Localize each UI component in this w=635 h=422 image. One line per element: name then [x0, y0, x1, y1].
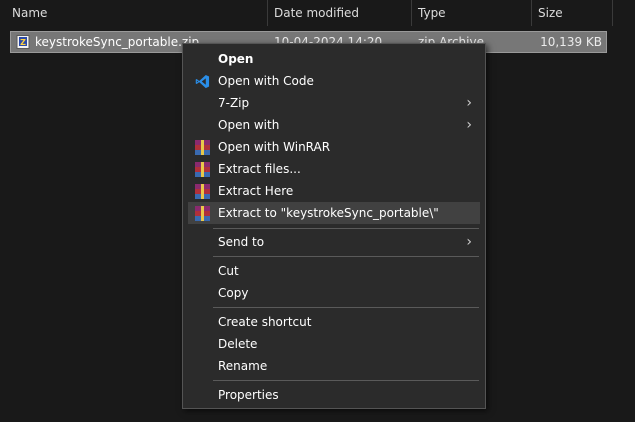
winrar-icon: [195, 162, 210, 177]
winrar-icon: [195, 140, 210, 155]
menu-item-extract-to[interactable]: Extract to "keystrokeSync_portable\": [188, 202, 480, 224]
menu-item-properties[interactable]: Properties: [188, 384, 480, 406]
menu-item-label: Rename: [218, 359, 268, 373]
menu-item-open-with-winrar[interactable]: Open with WinRAR: [188, 136, 480, 158]
menu-item-label: Create shortcut: [218, 315, 312, 329]
menu-item-label: Extract Here: [218, 184, 294, 198]
menu-separator: [213, 256, 479, 257]
menu-item-open-with[interactable]: Open with ›: [188, 114, 480, 136]
menu-item-rename[interactable]: Rename: [188, 355, 480, 377]
winrar-icon: [195, 206, 210, 221]
column-divider[interactable]: [411, 0, 412, 26]
svg-text:Z: Z: [20, 38, 26, 47]
file-name: keystrokeSync_portable.zip: [35, 35, 200, 49]
chevron-right-icon: ›: [466, 117, 472, 133]
menu-item-label: Delete: [218, 337, 258, 351]
menu-item-open-with-code[interactable]: Open with Code: [188, 70, 480, 92]
context-menu: Open Open with Code 7-Zip › Open with › …: [182, 43, 486, 409]
menu-item-label: Extract to "keystrokeSync_portable\": [218, 206, 439, 220]
column-type[interactable]: Type: [418, 0, 446, 26]
column-name[interactable]: Name: [12, 0, 47, 26]
menu-item-send-to[interactable]: Send to ›: [188, 231, 480, 253]
menu-item-extract-here[interactable]: Extract Here: [188, 180, 480, 202]
menu-item-label: Copy: [218, 286, 249, 300]
menu-item-copy[interactable]: Copy: [188, 282, 480, 304]
column-divider[interactable]: [267, 0, 268, 26]
menu-item-extract-files[interactable]: Extract files...: [188, 158, 480, 180]
column-header: ⌃ Name Date modified Type Size: [0, 0, 635, 26]
menu-item-create-shortcut[interactable]: Create shortcut: [188, 311, 480, 333]
column-divider[interactable]: [612, 0, 613, 26]
menu-item-7zip[interactable]: 7-Zip ›: [188, 92, 480, 114]
menu-separator: [213, 228, 479, 229]
column-divider[interactable]: [531, 0, 532, 26]
menu-item-label: 7-Zip: [218, 96, 250, 110]
menu-item-label: Open: [218, 52, 254, 66]
menu-separator: [213, 380, 479, 381]
sort-ascending-icon: ⌃: [132, 0, 141, 7]
menu-item-delete[interactable]: Delete: [188, 333, 480, 355]
winrar-icon: [195, 184, 210, 199]
menu-item-label: Extract files...: [218, 162, 301, 176]
menu-item-cut[interactable]: Cut: [188, 260, 480, 282]
vscode-icon: [195, 74, 210, 89]
menu-item-label: Cut: [218, 264, 239, 278]
chevron-right-icon: ›: [466, 234, 472, 250]
menu-item-label: Properties: [218, 388, 279, 402]
menu-item-label: Open with Code: [218, 74, 314, 88]
menu-item-open[interactable]: Open: [188, 48, 480, 70]
menu-separator: [213, 307, 479, 308]
menu-item-label: Send to: [218, 235, 265, 249]
file-size: 10,139 KB: [540, 35, 602, 49]
zip-archive-icon: Z: [16, 35, 30, 49]
menu-item-label: Open with: [218, 118, 280, 132]
column-size[interactable]: Size: [538, 0, 563, 26]
column-date-modified[interactable]: Date modified: [274, 0, 359, 26]
menu-item-label: Open with WinRAR: [218, 140, 331, 154]
chevron-right-icon: ›: [466, 95, 472, 111]
